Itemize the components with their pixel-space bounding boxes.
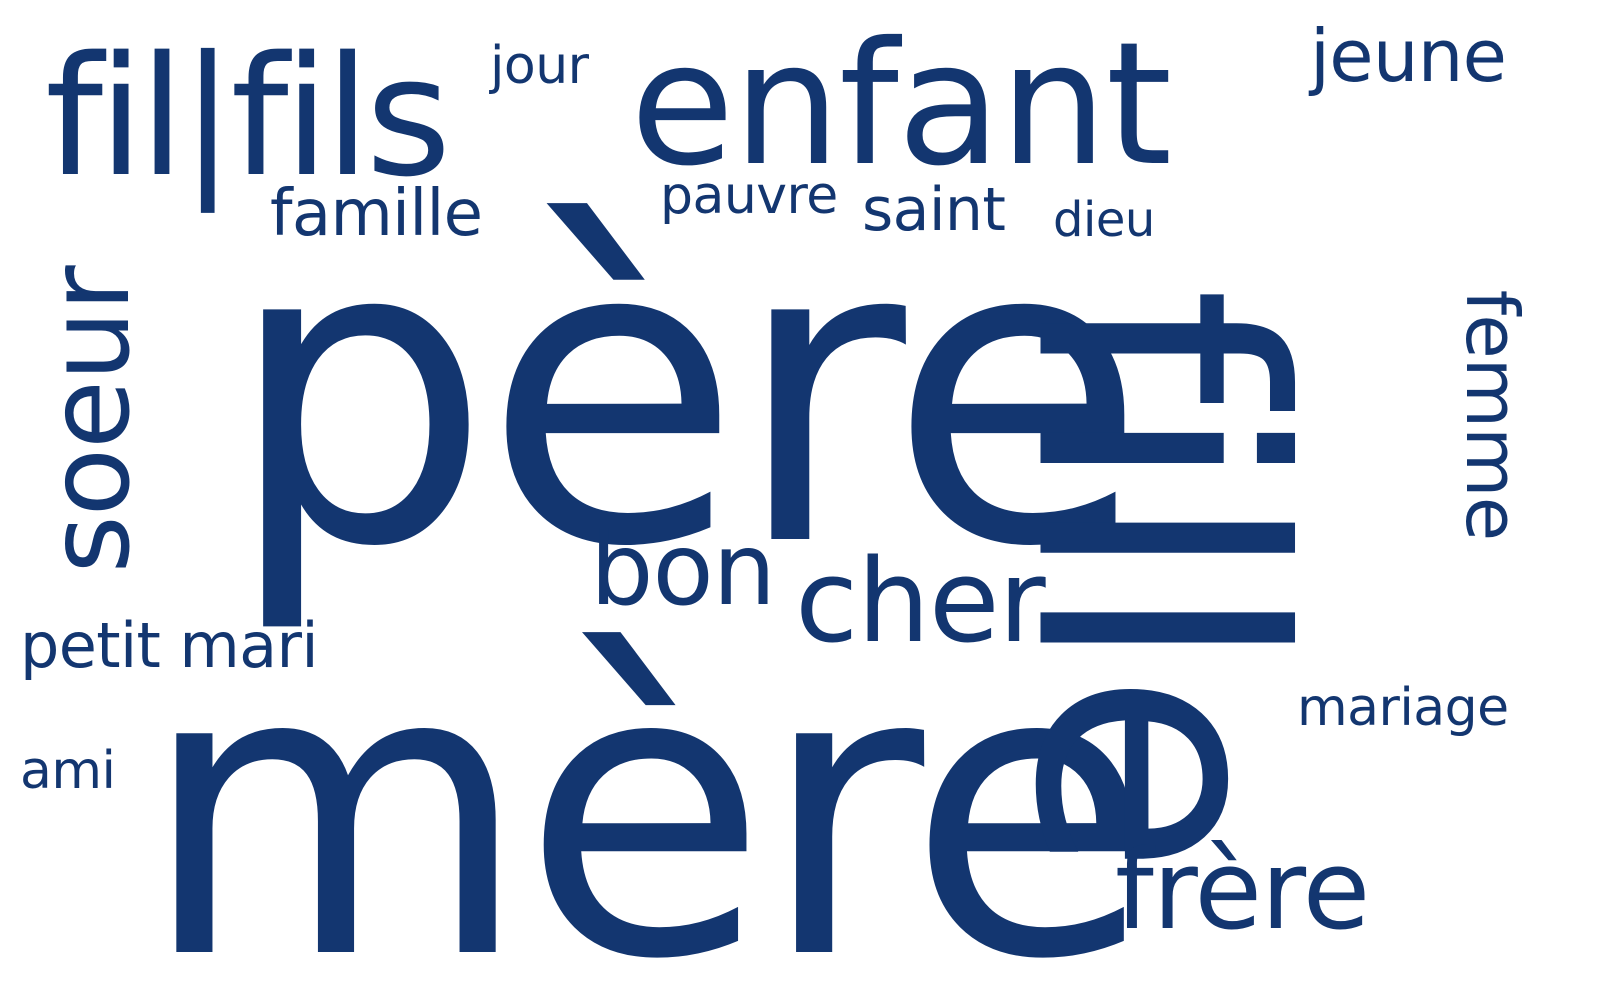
word-cher: cher (795, 535, 1046, 669)
word-bon: bon (590, 511, 776, 628)
word-soeur: soeur (25, 266, 155, 574)
word-frere: frère (1115, 826, 1370, 954)
word-saint: saint (862, 175, 1006, 245)
word-petit-mari: petit mari (20, 609, 319, 682)
word-jeune: jeune (1310, 14, 1507, 98)
word-femme: femme (1450, 289, 1534, 541)
word-cloud: père mère fille enfant fil|fils soeur ch… (0, 0, 1600, 1000)
word-enfant: enfant (630, 6, 1172, 204)
word-dieu: dieu (1053, 192, 1155, 248)
word-mariage: mariage (1297, 678, 1509, 738)
word-ami: ami (20, 741, 116, 801)
word-fil-fils: fil|fils (45, 21, 451, 213)
word-pauvre: pauvre (660, 166, 838, 226)
word-jour: jour (490, 36, 589, 96)
word-famille: famille (270, 177, 483, 251)
